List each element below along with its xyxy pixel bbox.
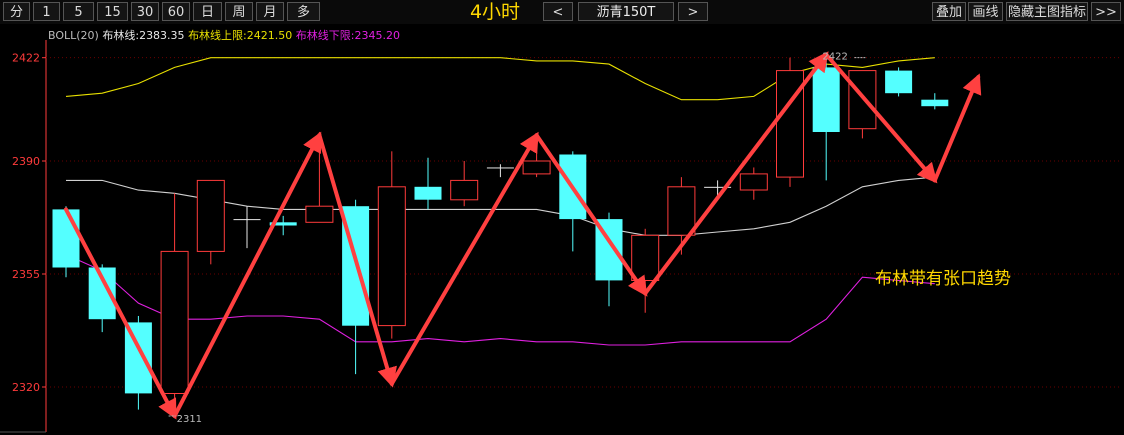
- candle-body-5: [233, 219, 261, 221]
- candle-body-12: [486, 167, 514, 169]
- candlestick-chart: 2320 2355 2390 2422 2311 2422 布林带有张口趋势: [0, 40, 1120, 433]
- boll-middle-line: [66, 176, 935, 236]
- candle-body-9: [377, 186, 406, 327]
- candle-body-4: [196, 179, 225, 252]
- candle-5: [233, 206, 261, 249]
- candle-10: [414, 157, 442, 210]
- boll-upper-line: [65, 57, 935, 101]
- trend-arrow-1: [172, 131, 322, 419]
- y-tick-label-2320: 2320: [12, 381, 40, 394]
- candle-23: [885, 67, 913, 97]
- candle-19: [739, 167, 768, 200]
- y-tick-label-2422: 2422: [12, 52, 40, 65]
- candle-body-11: [450, 179, 479, 201]
- candle-12: [486, 164, 514, 178]
- candle-body-23: [885, 70, 913, 94]
- candle-20: [776, 57, 804, 187]
- candle-7: [305, 131, 334, 223]
- candle-body-24: [921, 99, 949, 107]
- candle-body-17: [667, 186, 696, 236]
- candle-body-3: [160, 250, 189, 394]
- candle-body-16: [631, 234, 660, 282]
- candle-body-10: [414, 186, 442, 200]
- candle-9: [377, 151, 406, 339]
- candle-16: [631, 228, 660, 313]
- candle-0: [52, 206, 80, 278]
- candle-body-22: [848, 70, 877, 130]
- candle-3: [160, 193, 189, 413]
- candle-11: [450, 161, 479, 207]
- trend-arrow-7: [932, 73, 982, 183]
- candle-body-19: [739, 173, 768, 191]
- boll-lower-line: [65, 254, 935, 346]
- candle-4: [196, 179, 225, 265]
- candle-body-0: [52, 209, 80, 268]
- candle-21: [812, 57, 840, 181]
- chart-annotation: 布林带有张口趋势: [875, 269, 1011, 289]
- y-tick-label-2390: 2390: [12, 155, 40, 168]
- trend-arrow-0: [64, 207, 177, 420]
- trend-arrow-4: [534, 133, 648, 297]
- trend-arrow-6: [824, 52, 938, 184]
- candle-body-21: [812, 67, 840, 132]
- point-label-1: 2422: [822, 52, 847, 63]
- candle-body-7: [305, 205, 334, 223]
- candle-24: [921, 93, 949, 110]
- y-tick-label-2355: 2355: [12, 268, 40, 281]
- point-label-0: 2311: [177, 414, 202, 425]
- candle-body-13: [522, 160, 551, 175]
